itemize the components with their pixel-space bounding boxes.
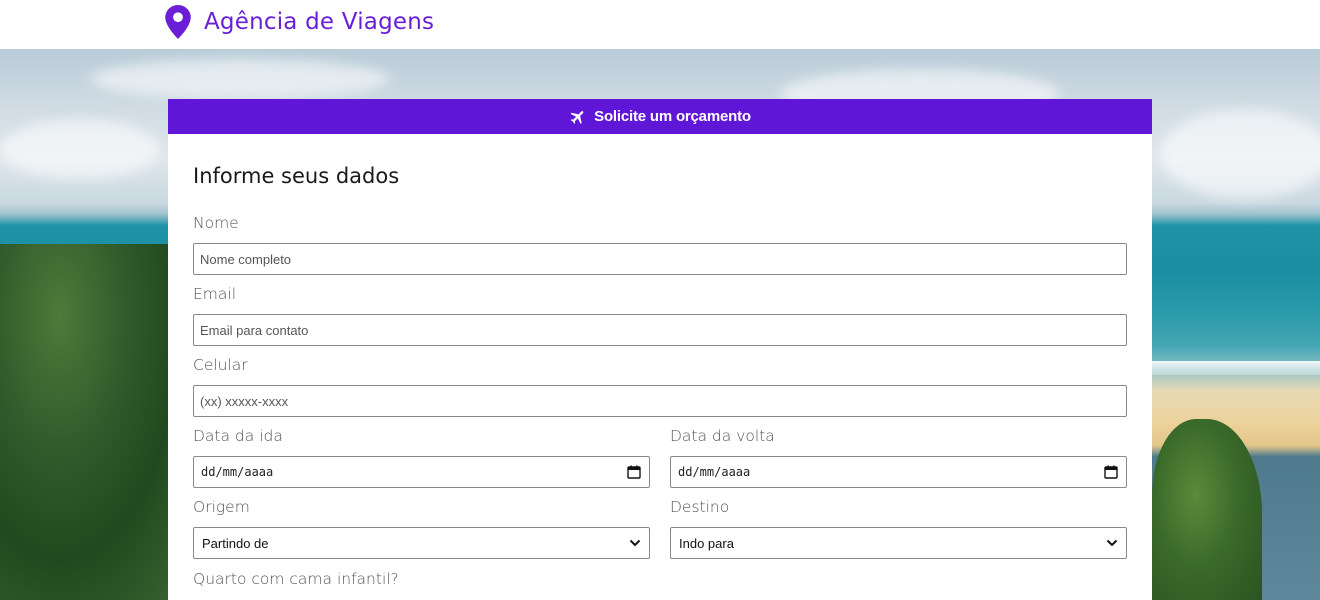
brand[interactable]: Agência de Viagens bbox=[165, 5, 434, 39]
data-volta-label: Data da volta bbox=[670, 427, 775, 445]
data-ida-input[interactable]: dd/mm/aaaa bbox=[193, 456, 650, 488]
quote-form-card: Solicite um orçamento Informe seus dados… bbox=[168, 99, 1152, 600]
data-volta-input[interactable]: dd/mm/aaaa bbox=[670, 456, 1127, 488]
data-volta-value: dd/mm/aaaa bbox=[678, 465, 751, 479]
form-header-title: Solicite um orçamento bbox=[594, 108, 751, 125]
data-ida-label: Data da ida bbox=[193, 427, 283, 445]
chevron-down-icon bbox=[1106, 539, 1118, 547]
destino-select[interactable]: Indo para bbox=[670, 527, 1127, 559]
form-header: Solicite um orçamento bbox=[168, 99, 1152, 134]
section-title: Informe seus dados bbox=[193, 164, 400, 188]
celular-input[interactable] bbox=[193, 385, 1127, 417]
quarto-label: Quarto com cama infantil? bbox=[193, 570, 399, 588]
nome-input[interactable] bbox=[193, 243, 1127, 275]
calendar-icon[interactable] bbox=[1104, 465, 1118, 479]
destino-label: Destino bbox=[670, 498, 730, 516]
destino-selected: Indo para bbox=[679, 535, 734, 551]
chevron-down-icon bbox=[629, 539, 641, 547]
top-navbar: Agência de Viagens bbox=[0, 0, 1320, 49]
origem-label: Origem bbox=[193, 498, 250, 516]
email-label: Email bbox=[193, 285, 237, 303]
celular-label: Celular bbox=[193, 356, 248, 374]
brand-name: Agência de Viagens bbox=[204, 9, 435, 35]
email-input[interactable] bbox=[193, 314, 1127, 346]
origem-selected: Partindo de bbox=[202, 535, 269, 551]
airplane-icon bbox=[570, 110, 584, 124]
nome-label: Nome bbox=[193, 214, 239, 232]
origem-select[interactable]: Partindo de bbox=[193, 527, 650, 559]
data-ida-value: dd/mm/aaaa bbox=[201, 465, 274, 479]
calendar-icon[interactable] bbox=[627, 465, 641, 479]
map-pin-icon bbox=[165, 5, 191, 39]
